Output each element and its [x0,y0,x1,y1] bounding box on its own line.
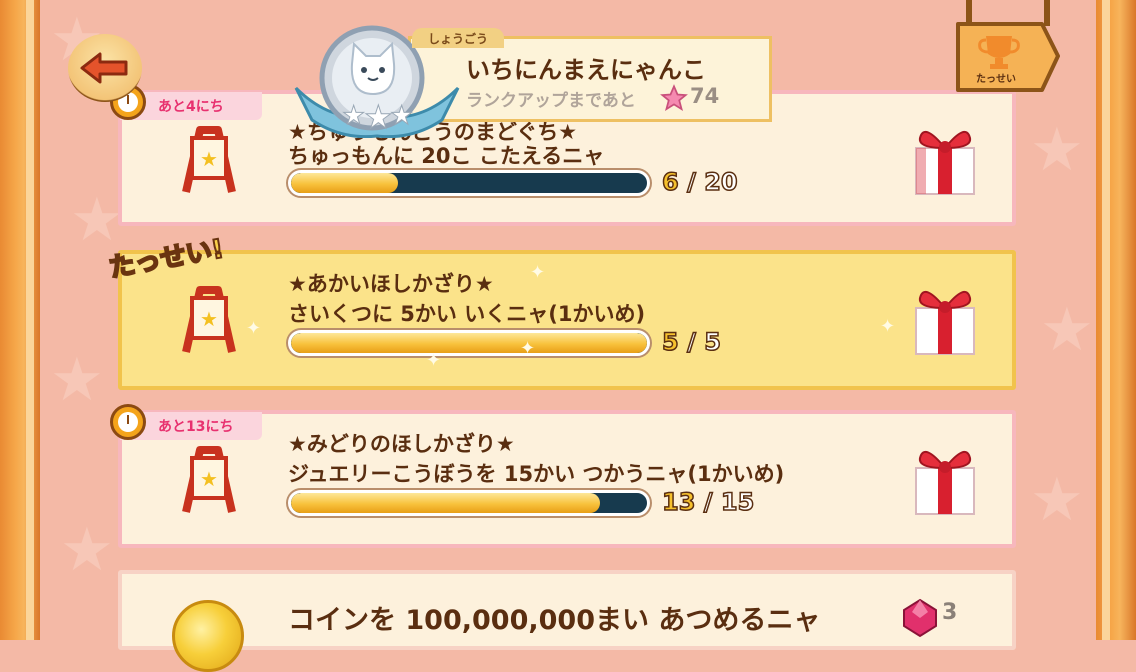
mission-description: ちゅっもんに 20こ こたえるニャ [288,144,605,168]
gift-icon[interactable] [910,440,980,516]
gift-icon[interactable] [910,280,980,356]
progress-count: 6 / 20 [661,167,738,197]
star-easel-icon: ★ [182,446,236,513]
rank-up-remaining-label: ランクアップまであと [466,91,636,111]
clock-icon [110,404,146,440]
pink-star-icon [660,84,688,111]
achievement-label: たっせい [976,74,1016,85]
progress-fill [291,333,647,353]
mission-title: ★あかいほしかざり★ [288,272,494,296]
progress-fill [291,493,600,513]
frame-right [1096,0,1136,640]
rank-title: いちにんまえにゃんこ [466,56,706,84]
coin-icon [172,600,244,672]
mission-title: コインを 100,000,000まい あつめるニャ [288,605,821,636]
rank-points: 74 [690,84,720,108]
reward-count: 3 [942,600,958,625]
svg-text:★: ★ [364,98,393,136]
svg-text:★: ★ [390,101,413,131]
svg-text:★: ★ [342,101,365,131]
progress-fill [291,173,398,193]
rank-tab: しょうごう [412,28,504,48]
sparkle-icon: ✦ [880,316,896,337]
sparkle-icon: ✦ [426,350,442,371]
progress-bar [288,170,650,196]
progress-count: 13 / 15 [661,487,755,517]
gift-icon[interactable] [910,120,980,196]
back-button[interactable] [68,34,142,102]
frame-left [0,0,40,640]
sparkle-icon: ✦ [530,262,546,283]
svg-text:★: ★ [200,307,218,331]
star-easel-icon: ★ [182,126,236,193]
mission-title: ★みどりのほしかざり★ [288,432,515,456]
back-arrow-icon [80,52,128,84]
mission-description: さいくつに 5かい いくニャ(1かいめ) [288,302,646,326]
sparkle-icon: ✦ [520,338,536,359]
mission-description: ジュエリーこうぼうを 15かい つかうニャ(1かいめ) [288,462,785,486]
jewel-icon [903,598,937,638]
star-easel-icon: ★ [182,286,236,353]
progress-count: 5 / 5 [661,327,721,357]
svg-text:★: ★ [200,467,218,491]
progress-bar [288,490,650,516]
svg-text:★: ★ [200,147,218,171]
sparkle-icon: ✦ [246,318,262,339]
progress-bar [288,330,650,356]
